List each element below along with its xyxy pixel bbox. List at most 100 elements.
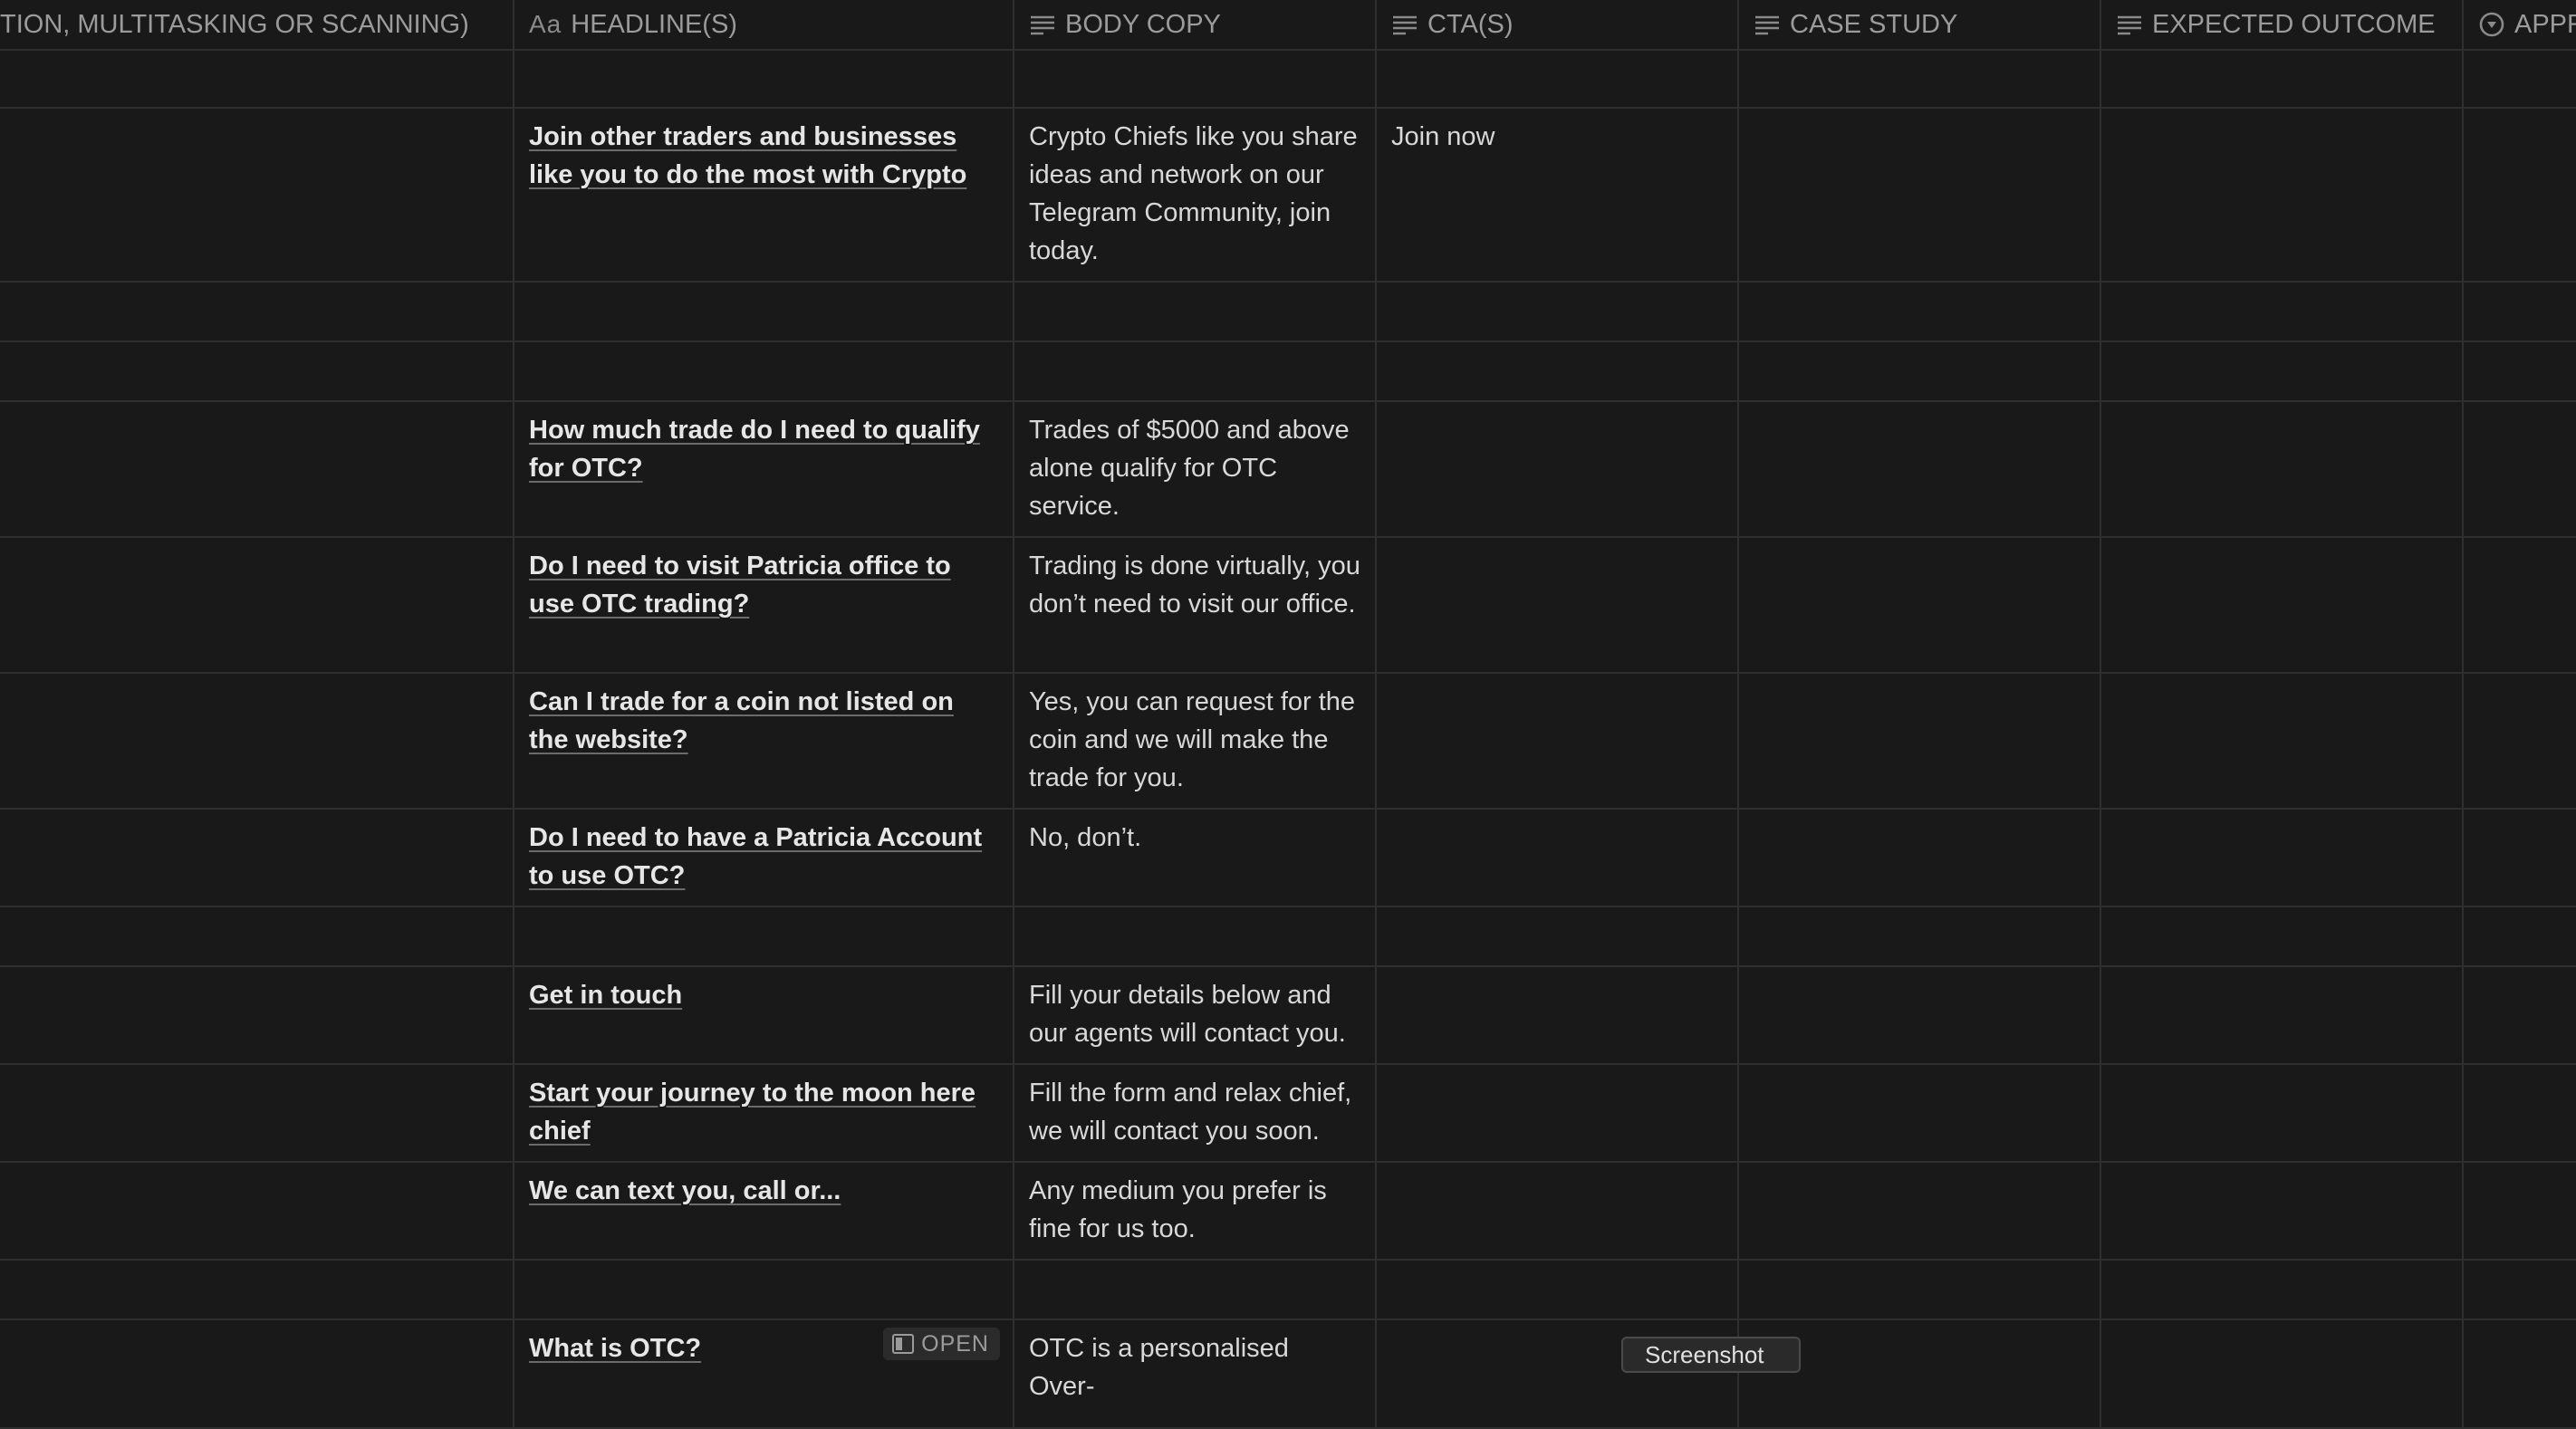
empty-cell[interactable] [0, 810, 514, 906]
empty-cell[interactable] [2101, 810, 2464, 906]
body-copy-cell[interactable]: Yes, you can request for the coin and we… [1014, 674, 1377, 808]
empty-cell[interactable] [0, 907, 514, 965]
body-copy-cell[interactable]: OTC is a personalised Over- [1014, 1320, 1377, 1427]
empty-cell[interactable] [2464, 810, 2576, 906]
headline-cell[interactable] [514, 907, 1014, 965]
headline-text[interactable]: What is OTC? [529, 1334, 701, 1363]
empty-cell[interactable] [2101, 402, 2464, 536]
cta-cell[interactable] [1377, 342, 1739, 400]
empty-cell[interactable] [2101, 907, 2464, 965]
headline-text[interactable]: Get in touch [529, 981, 682, 1010]
table-row[interactable]: Do I need to visit Patricia office to us… [0, 538, 2576, 674]
headline-text[interactable]: We can text you, call or... [529, 1176, 841, 1205]
empty-cell[interactable] [2464, 1320, 2576, 1427]
empty-cell[interactable] [2464, 907, 2576, 965]
empty-cell[interactable] [0, 967, 514, 1063]
body-copy-cell[interactable]: Crypto Chiefs like you share ideas and n… [1014, 109, 1377, 281]
empty-cell[interactable] [1739, 1261, 2101, 1319]
headline-text[interactable]: Join other traders and businesses like y… [529, 122, 966, 189]
headline-cell[interactable] [514, 283, 1014, 340]
table-row[interactable]: Get in touch Fill your details below and … [0, 967, 2576, 1065]
screenshot-button[interactable]: Screenshot [1621, 1337, 1801, 1373]
column-header-approval[interactable]: APPR [2464, 0, 2576, 49]
empty-cell[interactable] [2464, 674, 2576, 808]
column-header-case-study[interactable]: CASE STUDY [1739, 0, 2101, 49]
table-row[interactable] [0, 342, 2576, 402]
cta-cell[interactable] [1377, 810, 1739, 906]
body-copy-cell[interactable]: Fill the form and relax chief, we will c… [1014, 1065, 1377, 1161]
table-row[interactable]: We can text you, call or... Any medium yo… [0, 1163, 2576, 1261]
column-header-body-copy[interactable]: BODY COPY [1014, 0, 1377, 49]
headline-cell[interactable]: Do I need to have a Patricia Account to … [514, 810, 1014, 906]
headline-cell[interactable] [514, 342, 1014, 400]
empty-cell[interactable] [0, 283, 514, 340]
empty-cell[interactable] [0, 538, 514, 672]
empty-cell[interactable] [0, 342, 514, 400]
empty-cell[interactable] [0, 1320, 514, 1427]
headline-cell[interactable]: How much trade do I need to qualify for … [514, 402, 1014, 536]
empty-cell[interactable] [0, 109, 514, 281]
empty-cell[interactable] [2101, 342, 2464, 400]
empty-cell[interactable] [2101, 283, 2464, 340]
empty-cell[interactable] [1739, 342, 2101, 400]
headline-text[interactable]: How much trade do I need to qualify for … [529, 416, 980, 483]
table-row[interactable] [0, 283, 2576, 342]
empty-cell[interactable] [2464, 1163, 2576, 1259]
headline-cell[interactable] [514, 51, 1014, 107]
cta-cell[interactable] [1377, 402, 1739, 536]
open-page-button[interactable]: OPEN [883, 1328, 1000, 1360]
cta-cell[interactable] [1377, 967, 1739, 1063]
column-header-headlines[interactable]: Aa HEADLINE(S) [514, 0, 1014, 49]
body-copy-cell[interactable] [1014, 283, 1377, 340]
empty-cell[interactable] [2464, 967, 2576, 1063]
empty-cell[interactable] [1739, 51, 2101, 107]
headline-text[interactable]: Start your journey to the moon here chie… [529, 1079, 976, 1146]
table-row[interactable]: Can I trade for a coin not listed on the… [0, 674, 2576, 810]
cta-cell[interactable] [1377, 51, 1739, 107]
empty-cell[interactable] [1739, 538, 2101, 672]
cta-cell[interactable] [1377, 674, 1739, 808]
body-copy-cell[interactable]: Trades of $5000 and above alone qualify … [1014, 402, 1377, 536]
body-copy-cell[interactable] [1014, 342, 1377, 400]
empty-cell[interactable] [2101, 109, 2464, 281]
empty-cell[interactable] [2464, 342, 2576, 400]
headline-cell[interactable]: Join other traders and businesses like y… [514, 109, 1014, 281]
body-copy-cell[interactable] [1014, 907, 1377, 965]
table-row[interactable]: Start your journey to the moon here chie… [0, 1065, 2576, 1163]
headline-cell[interactable]: Start your journey to the moon here chie… [514, 1065, 1014, 1161]
empty-cell[interactable] [2101, 1261, 2464, 1319]
empty-cell[interactable] [0, 1261, 514, 1319]
table-row[interactable] [0, 1261, 2576, 1320]
headline-cell[interactable] [514, 1261, 1014, 1319]
empty-cell[interactable] [2101, 538, 2464, 672]
empty-cell[interactable] [1739, 109, 2101, 281]
empty-cell[interactable] [2464, 283, 2576, 340]
empty-cell[interactable] [1739, 674, 2101, 808]
cta-cell[interactable] [1377, 1261, 1739, 1319]
column-header-attention[interactable]: TION, MULTITASKING OR SCANNING) [0, 0, 514, 49]
headline-cell[interactable]: Get in touch [514, 967, 1014, 1063]
headline-cell[interactable]: Do I need to visit Patricia office to us… [514, 538, 1014, 672]
empty-cell[interactable] [0, 1065, 514, 1161]
empty-cell[interactable] [2464, 1261, 2576, 1319]
cta-cell[interactable]: Join now [1377, 109, 1739, 281]
table-row[interactable]: How much trade do I need to qualify for … [0, 402, 2576, 538]
empty-cell[interactable] [1739, 810, 2101, 906]
body-copy-cell[interactable]: No, don’t. [1014, 810, 1377, 906]
table-row[interactable]: Join other traders and businesses like y… [0, 109, 2576, 283]
body-copy-cell[interactable] [1014, 51, 1377, 107]
empty-cell[interactable] [0, 1163, 514, 1259]
empty-cell[interactable] [2464, 51, 2576, 107]
headline-cell[interactable]: We can text you, call or... [514, 1163, 1014, 1259]
body-copy-cell[interactable]: Trading is done virtually, you don’t nee… [1014, 538, 1377, 672]
cta-cell[interactable] [1377, 1163, 1739, 1259]
table-row[interactable]: Do I need to have a Patricia Account to … [0, 810, 2576, 907]
empty-cell[interactable] [0, 51, 514, 107]
column-header-ctas[interactable]: CTA(S) [1377, 0, 1739, 49]
empty-cell[interactable] [2464, 1065, 2576, 1161]
empty-cell[interactable] [2464, 109, 2576, 281]
empty-cell[interactable] [1739, 402, 2101, 536]
empty-cell[interactable] [1739, 907, 2101, 965]
empty-cell[interactable] [2101, 1065, 2464, 1161]
table-row[interactable]: What is OTC? OPEN OTC is a personalised Ov… [0, 1320, 2576, 1429]
